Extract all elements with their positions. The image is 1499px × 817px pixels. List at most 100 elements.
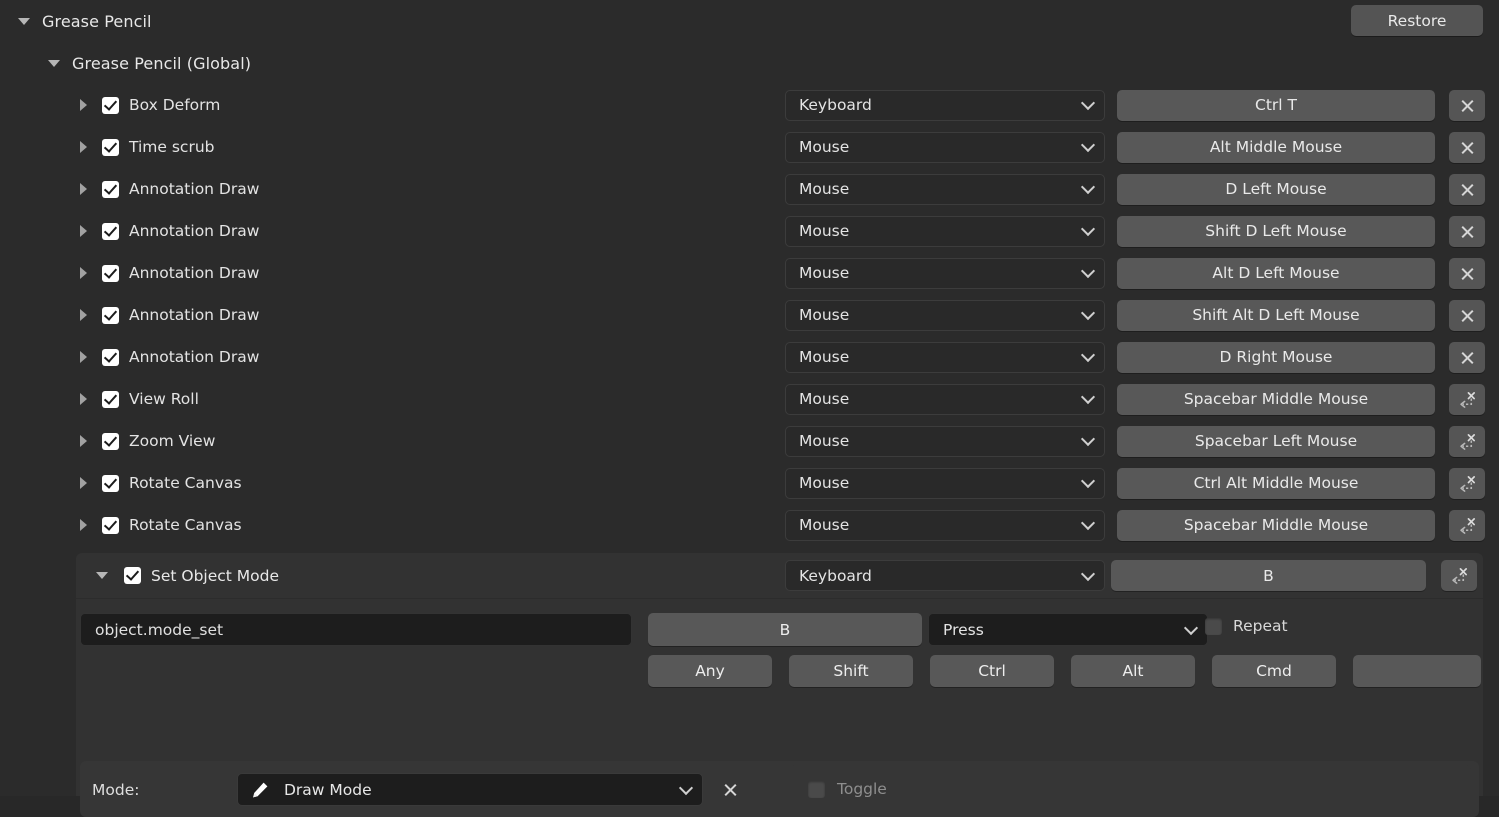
event-type-dropdown[interactable]: Keyboard (785, 89, 1105, 121)
modifier-button-any[interactable]: Any (648, 655, 772, 687)
keymap-row[interactable]: Annotation Draw Mouse Shift D Left Mouse (0, 210, 1499, 252)
expand-row-button[interactable] (80, 393, 102, 405)
modifier-button-ctrl[interactable]: Ctrl (930, 655, 1054, 687)
enable-checkbox[interactable] (102, 180, 119, 198)
repeat-toggle[interactable]: Repeat (1205, 617, 1288, 635)
set-object-mode-row[interactable]: Set Object Mode Keyboard B (76, 553, 1483, 599)
keymap-row[interactable]: Zoom View Mouse Spacebar Left Mouse (0, 420, 1499, 462)
event-type-dropdown[interactable]: Mouse (785, 509, 1105, 541)
repeat-checkbox[interactable] (1205, 617, 1222, 635)
event-type-dropdown[interactable]: Mouse (785, 215, 1105, 247)
remove-keymap-button[interactable] (1449, 215, 1485, 247)
keybinding-button[interactable]: D Right Mouse (1117, 341, 1435, 373)
event-type-dropdown[interactable]: Mouse (785, 131, 1105, 163)
remove-keymap-button[interactable] (1449, 131, 1485, 163)
expand-row-button[interactable] (80, 99, 102, 111)
restore-button[interactable]: Restore (1351, 5, 1483, 36)
modifier-buttons: Any Shift Ctrl Alt Cmd (648, 655, 1481, 687)
enable-checkbox[interactable] (102, 348, 119, 366)
event-type-dropdown[interactable]: Mouse (785, 173, 1105, 205)
chevron-down-icon (1183, 620, 1199, 635)
triangle-down-icon[interactable] (18, 17, 30, 25)
keybinding-button[interactable]: Spacebar Middle Mouse (1117, 509, 1435, 541)
keymap-row-label: Annotation Draw (129, 306, 260, 324)
enable-checkbox[interactable] (102, 432, 119, 450)
restore-keymap-button[interactable] (1449, 425, 1485, 457)
event-type-dropdown[interactable]: Mouse (785, 341, 1105, 373)
expand-row-button[interactable] (80, 435, 102, 447)
expand-row-button[interactable] (80, 519, 102, 531)
expand-row-button[interactable] (80, 477, 102, 489)
keybinding-button[interactable]: B (1111, 560, 1426, 591)
enable-checkbox[interactable] (124, 567, 141, 584)
keymap-row[interactable]: Box Deform Keyboard Ctrl T (0, 84, 1499, 126)
enable-checkbox[interactable] (102, 264, 119, 282)
keymap-row[interactable]: Annotation Draw Mouse D Right Mouse (0, 336, 1499, 378)
expand-row-button[interactable] (80, 267, 102, 279)
event-value-dropdown[interactable]: Press (928, 613, 1208, 646)
restore-icon (1459, 475, 1475, 492)
enable-checkbox[interactable] (102, 474, 119, 492)
event-type-dropdown[interactable]: Mouse (785, 299, 1105, 331)
keybinding-button[interactable]: Alt D Left Mouse (1117, 257, 1435, 289)
event-type-dropdown[interactable]: Mouse (785, 467, 1105, 499)
keybinding-button[interactable]: D Left Mouse (1117, 173, 1435, 205)
expand-row-button[interactable] (80, 183, 102, 195)
clear-mode-button[interactable] (717, 777, 743, 803)
restore-keymap-button[interactable] (1449, 467, 1485, 499)
triangle-down-icon[interactable] (48, 59, 60, 67)
enable-checkbox[interactable] (102, 306, 119, 324)
triangle-down-icon[interactable] (96, 572, 108, 579)
keybinding-button[interactable]: Shift Alt D Left Mouse (1117, 299, 1435, 331)
event-type-dropdown[interactable]: Keyboard (785, 560, 1105, 591)
remove-keymap-button[interactable] (1449, 341, 1485, 373)
keymap-row[interactable]: Annotation Draw Mouse Shift Alt D Left Mou… (0, 294, 1499, 336)
modifier-button-shift[interactable]: Shift (789, 655, 913, 687)
operator-id-field[interactable]: object.mode_set (80, 613, 632, 646)
modifier-button-alt[interactable]: Alt (1071, 655, 1195, 687)
remove-keymap-button[interactable] (1449, 299, 1485, 331)
chevron-down-icon (1080, 95, 1096, 111)
toggle-property[interactable]: Toggle (790, 765, 1471, 813)
modifier-button-cmd[interactable]: Cmd (1212, 655, 1336, 687)
expand-row-button[interactable] (80, 225, 102, 237)
expand-row-button[interactable] (80, 351, 102, 363)
enable-checkbox[interactable] (102, 390, 119, 408)
keybinding-button[interactable]: Spacebar Left Mouse (1117, 425, 1435, 457)
grease-pencil-header[interactable]: Grease Pencil Restore (0, 0, 1499, 42)
toggle-checkbox[interactable] (808, 780, 825, 798)
event-type-dropdown[interactable]: Mouse (785, 425, 1105, 457)
restore-keymap-item-button[interactable] (1441, 560, 1477, 591)
keybinding-button[interactable]: Alt Middle Mouse (1117, 131, 1435, 163)
keymap-row[interactable]: Annotation Draw Mouse D Left Mouse (0, 168, 1499, 210)
keybinding-button[interactable]: Ctrl Alt Middle Mouse (1117, 467, 1435, 499)
keymap-row[interactable]: Annotation Draw Mouse Alt D Left Mouse (0, 252, 1499, 294)
expand-row-button[interactable] (80, 309, 102, 321)
enable-checkbox[interactable] (102, 138, 119, 156)
enable-checkbox[interactable] (102, 516, 119, 534)
key-type-field[interactable]: B (648, 613, 922, 646)
chevron-down-icon (1080, 347, 1096, 363)
remove-keymap-button[interactable] (1449, 257, 1485, 289)
keymap-row[interactable]: View Roll Mouse Spacebar Middle Mouse (0, 378, 1499, 420)
keymap-row[interactable]: Rotate Canvas Mouse Spacebar Middle Mouse (0, 504, 1499, 546)
remove-keymap-button[interactable] (1449, 89, 1485, 121)
keybinding-button[interactable]: Ctrl T (1117, 89, 1435, 121)
mode-property-row: Mode: Draw Mode (92, 773, 743, 806)
keybinding-button[interactable]: Shift D Left Mouse (1117, 215, 1435, 247)
operator-properties-panel: Mode: Draw Mode Toggle (80, 761, 1479, 817)
keymap-row[interactable]: Rotate Canvas Mouse Ctrl Alt Middle Mouse (0, 462, 1499, 504)
modifier-button-empty[interactable] (1353, 655, 1481, 687)
grease-pencil-global-header[interactable]: Grease Pencil (Global) (0, 42, 1499, 84)
restore-keymap-button[interactable] (1449, 509, 1485, 541)
expand-row-button[interactable] (80, 141, 102, 153)
restore-keymap-button[interactable] (1449, 383, 1485, 415)
keymap-row[interactable]: Time scrub Mouse Alt Middle Mouse (0, 126, 1499, 168)
event-type-dropdown[interactable]: Mouse (785, 383, 1105, 415)
remove-keymap-button[interactable] (1449, 173, 1485, 205)
enable-checkbox[interactable] (102, 222, 119, 240)
enable-checkbox[interactable] (102, 96, 119, 114)
event-type-dropdown[interactable]: Mouse (785, 257, 1105, 289)
keybinding-button[interactable]: Spacebar Middle Mouse (1117, 383, 1435, 415)
mode-dropdown[interactable]: Draw Mode (237, 773, 703, 806)
